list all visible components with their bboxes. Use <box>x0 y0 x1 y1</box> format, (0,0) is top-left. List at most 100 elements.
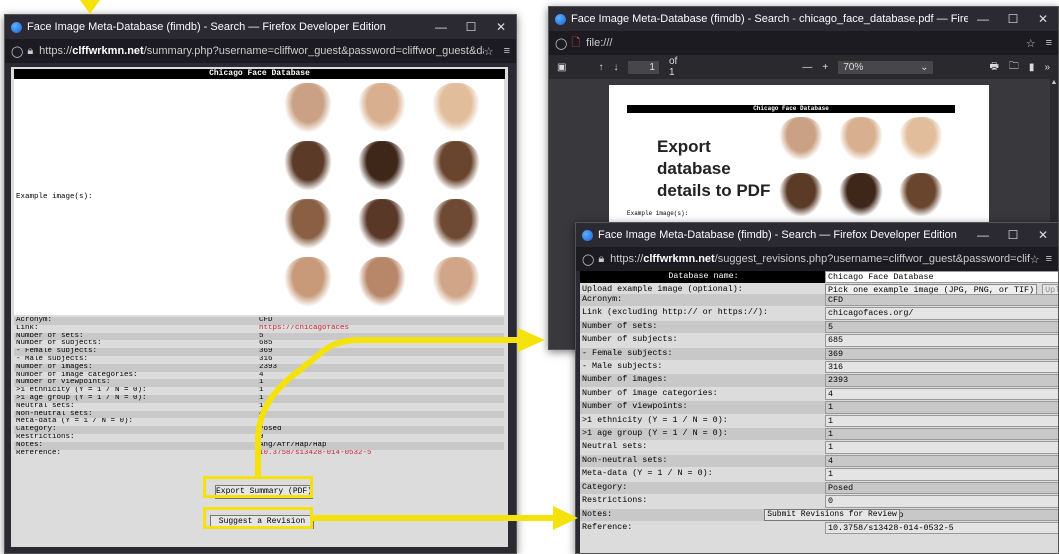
submit-revisions-button[interactable]: Submit Revisions for Review <box>764 509 900 521</box>
revise-row-field[interactable]: 4 <box>825 454 1058 468</box>
shield-icon: ◯ <box>11 45 24 58</box>
bookmark-star-icon[interactable]: ☆ <box>484 45 494 58</box>
summary-page: Chicago Face Database Example image(s): … <box>11 67 508 547</box>
revise-row-field[interactable]: 2393 <box>825 374 1058 387</box>
window-title: Face Image Meta-Database (fimdb) - Searc… <box>571 13 968 25</box>
summary-row-value: 2393 <box>257 363 504 372</box>
pdf-titlebar: Face Image Meta-Database (fimdb) - Searc… <box>549 7 1058 31</box>
address-bar[interactable]: ◯ 🗋︎ file:/// ☆ ≡ <box>549 31 1058 55</box>
summary-window: Face Image Meta-Database (fimdb) - Searc… <box>4 14 517 554</box>
maximize-icon[interactable]: ☐ <box>998 12 1028 26</box>
database-banner: Chicago Face Database <box>14 69 505 79</box>
revise-row-field[interactable]: 685 <box>825 334 1058 347</box>
database-name-field[interactable]: Chicago Face Database <box>825 271 1058 284</box>
revise-row-field[interactable]: 4 <box>825 387 1058 401</box>
revise-row-label: Restrictions: <box>580 495 825 508</box>
zoom-out-icon[interactable]: — <box>802 62 812 73</box>
revise-row-field[interactable]: 1 <box>825 468 1058 481</box>
face-photo <box>432 141 480 191</box>
minimize-icon[interactable]: — <box>968 12 998 26</box>
face-photo <box>284 257 332 307</box>
summary-row-value: 369 <box>257 348 504 356</box>
revise-row-label: Number of images: <box>580 374 825 387</box>
url-text[interactable]: file:/// <box>586 37 1026 49</box>
summary-row-value: 1 <box>257 387 504 395</box>
revise-row-field[interactable]: 316 <box>825 361 1058 374</box>
menu-icon[interactable]: ≡ <box>504 45 510 57</box>
summary-row-label: Category: <box>14 426 257 434</box>
summary-row-label: >1 ethnicity (Y = 1 / N = 0): <box>14 387 257 395</box>
print-icon[interactable]: 🖶︎ <box>989 59 998 76</box>
menu-icon[interactable]: ≡ <box>1046 253 1052 265</box>
minimize-icon[interactable]: — <box>968 228 998 242</box>
summary-row-value: 5 <box>257 332 504 341</box>
revise-row-label: Link (excluding http:// or https://): <box>580 307 825 320</box>
callout-box: Export database details to PDF <box>648 136 778 200</box>
example-image-panel: Example image(s): <box>14 79 504 315</box>
export-button-highlight <box>203 476 313 498</box>
revise-row-field[interactable]: chicagofaces.org/ <box>825 307 1058 320</box>
callout-text: Export database details to PDF <box>657 137 771 200</box>
face-photo <box>432 83 480 133</box>
revise-row-label: Neutral sets: <box>580 441 825 454</box>
summary-row-value: 1 <box>257 379 504 388</box>
summary-row-label: - Male subjects: <box>14 355 257 364</box>
address-bar[interactable]: ◯ 🔒︎ https://clffwrkmn.net/suggest_revis… <box>576 247 1058 271</box>
save-icon[interactable]: 🗀︎ <box>1009 59 1019 76</box>
summary-row-value[interactable]: https://chicagofaces <box>257 324 504 333</box>
revise-row-label: - Female subjects: <box>580 347 825 361</box>
revise-row-field[interactable]: 0 <box>825 495 1058 508</box>
revise-row-field[interactable]: 10.3758/s13428-014-0532-5 <box>825 521 1058 535</box>
address-bar[interactable]: ◯ 🔒︎ https://clffwrkmn.net/summary.php?u… <box>5 39 516 63</box>
close-icon[interactable]: ✕ <box>1028 228 1058 242</box>
revise-row-label: >1 ethnicity (Y = 1 / N = 0): <box>580 414 825 428</box>
bookmark-star-icon[interactable]: ☆ <box>1026 37 1036 50</box>
close-icon[interactable]: ✕ <box>1028 12 1058 26</box>
revise-row-field[interactable]: CFD <box>825 294 1058 307</box>
revise-row-label: Number of sets: <box>580 320 825 334</box>
sidebar-toggle-icon[interactable]: ▣ <box>557 62 566 73</box>
revise-row-label: Number of viewpoints: <box>580 401 825 414</box>
revise-row-label: - Male subjects: <box>580 361 825 374</box>
firefox-icon <box>11 21 22 33</box>
top-arrow-icon <box>80 0 100 14</box>
next-page-icon[interactable]: ↓ <box>613 62 618 73</box>
summary-row-label: Number of image categories: <box>14 371 257 380</box>
more-tools-icon[interactable]: » <box>1044 62 1050 73</box>
revise-row-field[interactable]: 1 <box>825 414 1058 428</box>
close-icon[interactable]: ✕ <box>486 20 516 34</box>
face-photo <box>899 173 943 217</box>
pdf-example-images <box>779 113 959 223</box>
lock-icon: 🔒︎ <box>27 44 34 57</box>
bookmark-star-icon[interactable]: ☆ <box>1030 253 1040 266</box>
zoom-in-icon[interactable]: + <box>822 62 828 73</box>
revise-row-field[interactable]: 1 <box>825 401 1058 414</box>
face-photo <box>358 83 406 133</box>
summary-titlebar: Face Image Meta-Database (fimdb) - Searc… <box>5 15 516 39</box>
revise-page: Database name: Chicago Face Database Upl… <box>580 271 1058 553</box>
menu-icon[interactable]: ≡ <box>1046 37 1052 49</box>
face-photo <box>358 199 406 249</box>
url-text[interactable]: https://clffwrkmn.net/summary.php?userna… <box>39 45 484 57</box>
page-number-input[interactable]: 1 <box>628 60 659 74</box>
firefox-icon <box>582 229 593 241</box>
summary-row-value: 0 <box>257 433 504 442</box>
url-text[interactable]: https://clffwrkmn.net/suggest_revisions.… <box>610 253 1030 265</box>
revise-row-field[interactable]: 369 <box>825 347 1058 361</box>
face-photo <box>284 83 332 133</box>
maximize-icon[interactable]: ☐ <box>998 228 1028 242</box>
revise-row-field[interactable]: 5 <box>825 320 1058 334</box>
zoom-select[interactable]: 70% ⌄ <box>838 60 934 74</box>
summary-row-value: CFD <box>257 317 504 325</box>
revise-row-field[interactable]: Posed <box>825 481 1058 495</box>
summary-row-label: Restrictions: <box>14 433 257 442</box>
summary-row-value[interactable]: 10.3758/s13428-014-0532-5 <box>257 449 504 458</box>
face-photo <box>358 257 406 307</box>
revise-row-field[interactable]: 1 <box>825 428 1058 441</box>
revise-row-field[interactable]: 1 <box>825 441 1058 454</box>
minimize-icon[interactable]: — <box>426 20 456 34</box>
maximize-icon[interactable]: ☐ <box>456 20 486 34</box>
previous-page-icon[interactable]: ↑ <box>598 62 603 73</box>
bookmark-icon[interactable]: ▮ <box>1029 62 1035 73</box>
summary-row-label: Reference: <box>14 449 257 458</box>
